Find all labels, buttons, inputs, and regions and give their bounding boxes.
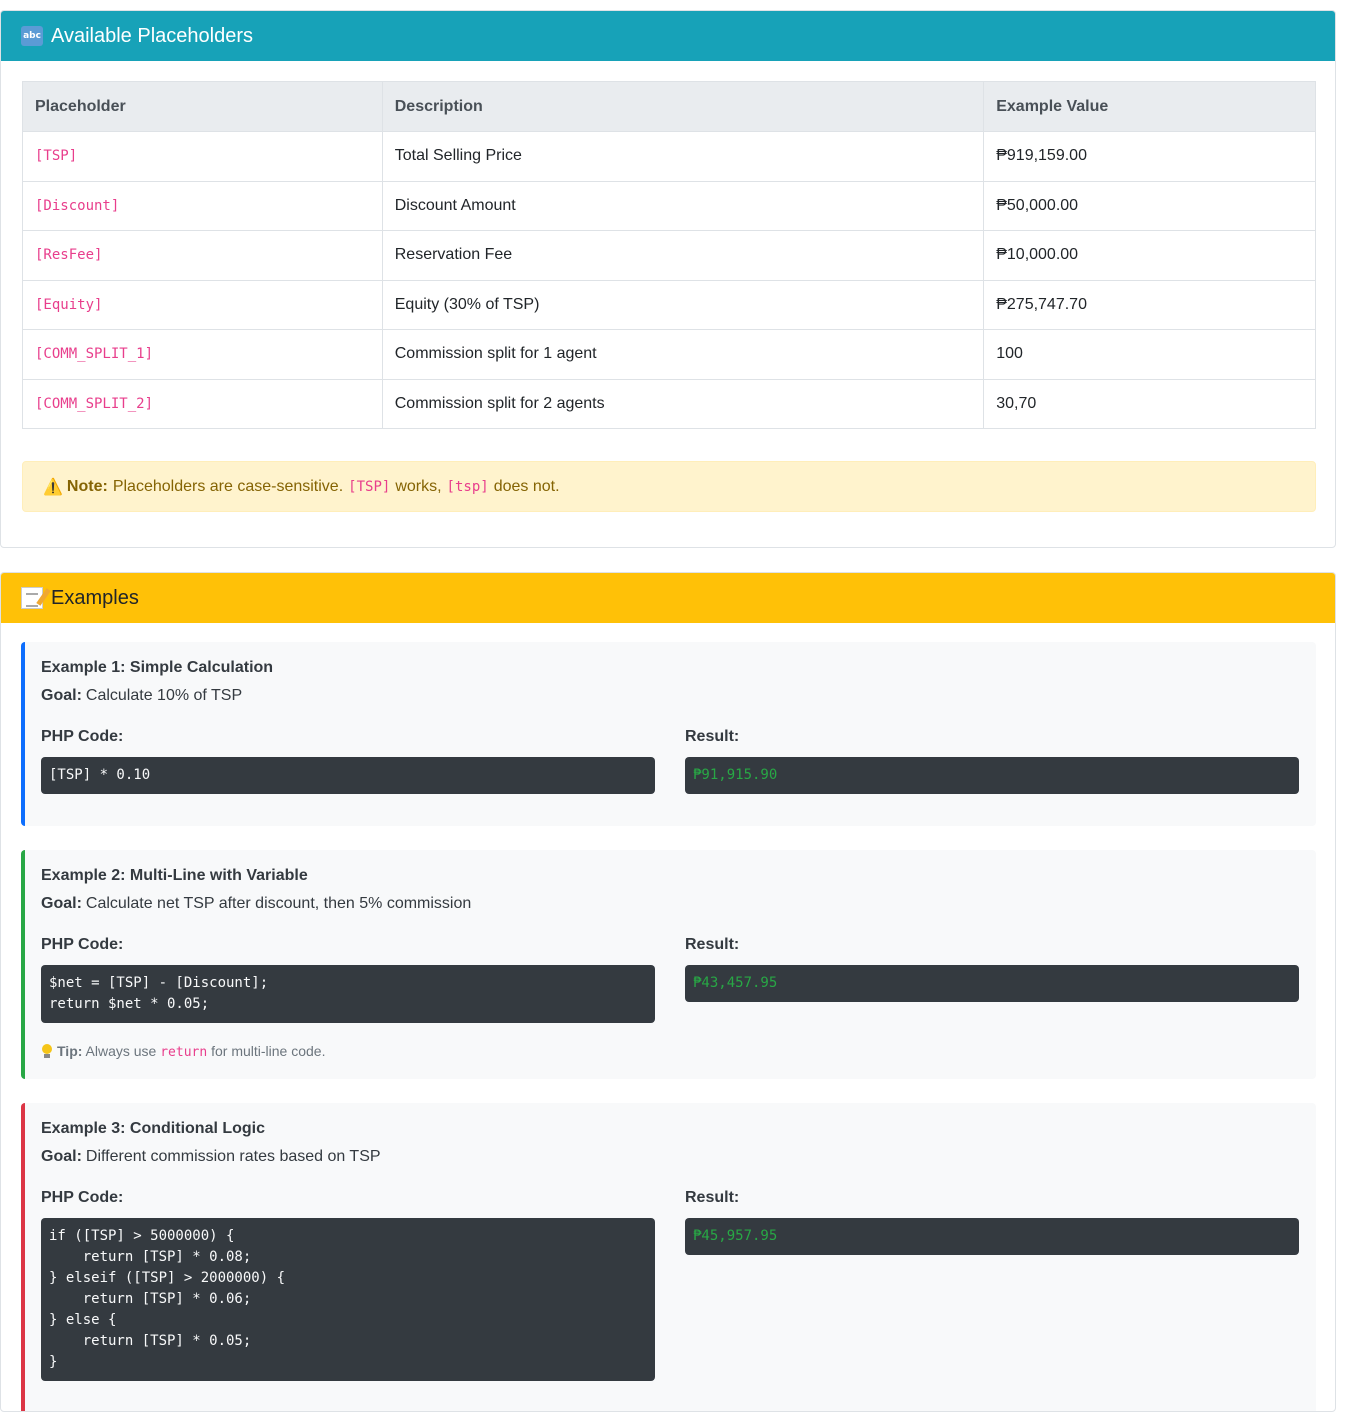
placeholder-cell: [Equity] <box>22 279 383 330</box>
case-sensitivity-note: ⚠️ Note: Placeholders are case-sensitive… <box>22 461 1316 512</box>
table-row: [COMM_SPLIT_2] Commission split for 2 ag… <box>22 378 1316 429</box>
placeholders-table: Placeholder Description Example Value [T… <box>22 81 1316 429</box>
table-header-row: Placeholder Description Example Value <box>22 81 1316 132</box>
description-cell: Discount Amount <box>381 180 985 231</box>
goal-text: Calculate 10% of TSP <box>85 687 243 704</box>
column-header-description: Description <box>381 81 985 132</box>
tip-text-after: for multi-line code. <box>211 1043 326 1059</box>
description-cell: Commission split for 1 agent <box>381 329 985 380</box>
tip-label: Tip: <box>57 1043 83 1059</box>
example-tip: Tip: Always use return for multi-line co… <box>41 1043 325 1060</box>
php-code-label: PHP Code: <box>41 728 124 745</box>
note-text-after: does not. <box>493 477 560 495</box>
description-cell: Equity (30% of TSP) <box>381 279 985 330</box>
examples-card-header: Examples <box>1 573 1335 623</box>
table-row: [COMM_SPLIT_1] Commission split for 1 ag… <box>22 329 1316 380</box>
column-header-example-value: Example Value <box>983 81 1316 132</box>
goal-text: Different commission rates based on TSP <box>85 1148 381 1165</box>
placeholder-code: [Discount] <box>35 197 120 214</box>
placeholder-code: [COMM_SPLIT_1] <box>35 346 154 363</box>
description-cell: Total Selling Price <box>381 131 985 182</box>
example-2: Example 2: Multi-Line with Variable Goal… <box>21 850 1316 1079</box>
result-block: ₱91,915.90 <box>685 757 1299 794</box>
table-row: [TSP] Total Selling Price ₱919,159.00 <box>22 131 1316 182</box>
php-code-block: if ([TSP] > 5000000) { return [TSP] * 0.… <box>41 1218 655 1381</box>
result-label: Result: <box>685 1189 740 1206</box>
example-3: Example 3: Conditional Logic Goal: Differ… <box>21 1103 1316 1411</box>
placeholder-code: [Equity] <box>35 296 103 313</box>
example-title: Example 3: Conditional Logic <box>41 1120 266 1137</box>
table-row: [Equity] Equity (30% of TSP) ₱275,747.70 <box>22 279 1316 330</box>
goal-label: Goal: <box>41 895 82 912</box>
example-title: Example 1: Simple Calculation <box>41 659 274 676</box>
php-code-block: [TSP] * 0.10 <box>41 757 655 794</box>
placeholder-cell: [ResFee] <box>22 230 383 281</box>
placeholder-cell: [Discount] <box>22 180 383 231</box>
table-row: [ResFee] Reservation Fee ₱10,000.00 <box>22 230 1316 281</box>
example-1: Example 1: Simple Calculation Goal: Calcu… <box>21 642 1316 826</box>
memo-icon <box>21 587 51 609</box>
php-code-label: PHP Code: <box>41 1189 124 1206</box>
example-value-cell: ₱50,000.00 <box>983 180 1316 231</box>
placeholders-card-title: Available Placeholders <box>51 24 253 47</box>
example-title: Example 2: Multi-Line with Variable <box>41 867 308 884</box>
example-value-cell: 30,70 <box>983 378 1316 429</box>
examples-card: Examples Example 1: Simple Calculation G… <box>0 572 1336 1412</box>
placeholder-code: [ResFee] <box>35 247 103 264</box>
placeholders-card: abc Available Placeholders Placeholder D… <box>0 10 1336 548</box>
note-code-bad: [tsp] <box>446 478 489 495</box>
table-row: [Discount] Discount Amount ₱50,000.00 <box>22 180 1316 231</box>
note-text-before: Placeholders are case-sensitive. <box>112 477 344 495</box>
php-code-block: $net = [TSP] - [Discount]; return $net *… <box>41 965 655 1023</box>
placeholder-code: [COMM_SPLIT_2] <box>35 395 154 412</box>
goal-label: Goal: <box>41 1148 82 1165</box>
column-header-placeholder: Placeholder <box>22 81 383 132</box>
abc-icon: abc <box>21 26 43 46</box>
example-goal: Goal: Different commission rates based on… <box>41 1148 381 1166</box>
goal-text: Calculate net TSP after discount, then 5… <box>85 895 472 912</box>
example-value-cell: 100 <box>983 329 1316 380</box>
note-text-mid: works, <box>395 477 442 495</box>
description-cell: Reservation Fee <box>381 230 985 281</box>
placeholder-code: [TSP] <box>35 148 78 165</box>
example-value-cell: ₱275,747.70 <box>983 279 1316 330</box>
lightbulb-icon <box>41 1044 53 1058</box>
examples-card-title: Examples <box>51 586 139 609</box>
placeholder-cell: [TSP] <box>22 131 383 182</box>
php-code-label: PHP Code: <box>41 936 124 953</box>
example-value-cell: ₱919,159.00 <box>983 131 1316 182</box>
placeholder-cell: [COMM_SPLIT_1] <box>22 329 383 380</box>
warning-icon: ⚠️ <box>43 478 63 496</box>
result-label: Result: <box>685 936 740 953</box>
description-cell: Commission split for 2 agents <box>381 378 985 429</box>
placeholder-cell: [COMM_SPLIT_2] <box>22 378 383 429</box>
example-value-cell: ₱10,000.00 <box>983 230 1316 281</box>
example-goal: Goal: Calculate 10% of TSP <box>41 687 242 705</box>
goal-label: Goal: <box>41 687 82 704</box>
tip-code: return <box>160 1045 208 1060</box>
result-block: ₱45,957.95 <box>685 1218 1299 1255</box>
placeholders-card-header: abc Available Placeholders <box>1 11 1335 61</box>
result-block: ₱43,457.95 <box>685 965 1299 1002</box>
example-goal: Goal: Calculate net TSP after discount, t… <box>41 895 471 913</box>
note-label: Note: <box>66 477 108 495</box>
result-label: Result: <box>685 728 740 745</box>
note-code-ok: [TSP] <box>348 478 391 495</box>
tip-text-before: Always use <box>85 1043 157 1059</box>
